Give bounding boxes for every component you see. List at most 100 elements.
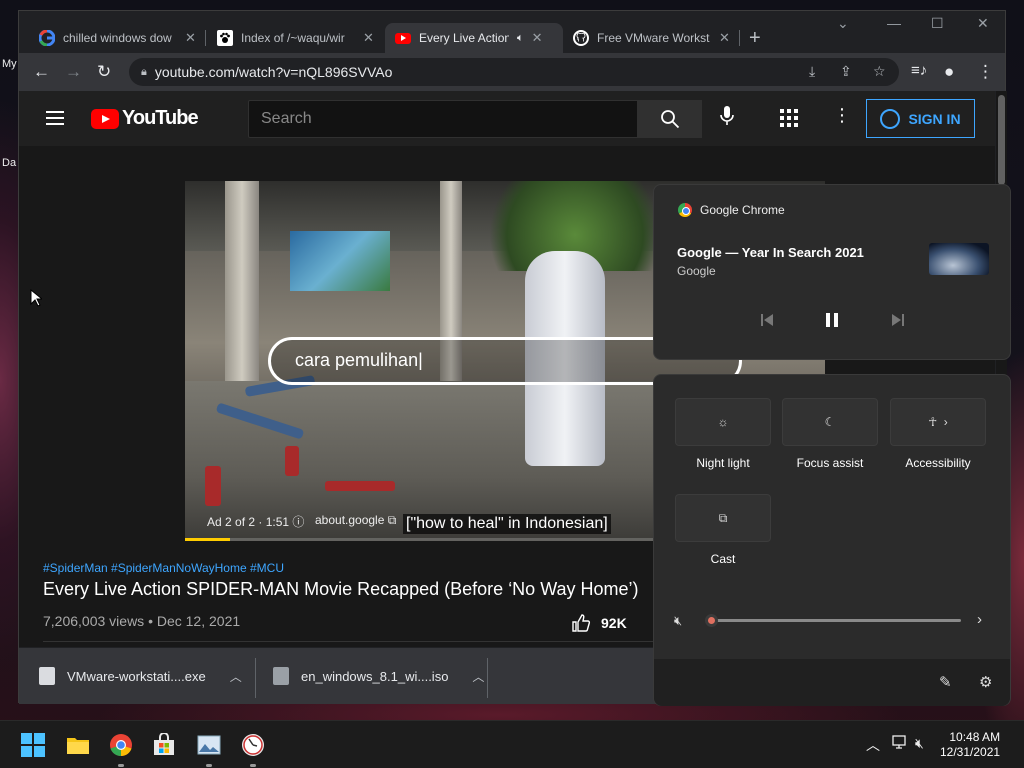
bookmark-star-icon[interactable]: ☆: [873, 63, 886, 80]
cast-tile[interactable]: ⧉: [675, 494, 771, 542]
download-item[interactable]: en_windows_8.1_wi....iso ︿: [273, 658, 484, 694]
address-bar[interactable]: 🔒︎ youtube.com/watch?v=nQL896SVVAo ⤓ ⇪ ☆: [129, 58, 899, 86]
tab-title: chilled windows dow: [63, 31, 172, 45]
media-title: Google — Year In Search 2021: [677, 245, 864, 260]
like-button[interactable]: 92K: [571, 613, 627, 633]
running-indicator: [250, 764, 256, 767]
start-windows-icon[interactable]: [21, 733, 45, 757]
video-progress-fill: [185, 538, 230, 541]
tab-every-live-action[interactable]: Every Live Action 🔈︎ ✕: [385, 23, 563, 53]
chevron-up-icon[interactable]: ︿: [230, 668, 242, 685]
reload-icon[interactable]: ↻: [97, 62, 111, 82]
night-light-tile[interactable]: ☼: [675, 398, 771, 446]
menu-icon[interactable]: [46, 111, 64, 129]
quick-settings-panel: ☼ Night light ☾ Focus assist ☥ › Accessi…: [653, 374, 1011, 706]
video-hashtags[interactable]: #SpiderMan #SpiderManNoWayHome #MCU: [43, 561, 284, 575]
settings-gear-icon[interactable]: ⚙: [979, 673, 992, 691]
media-control-icon[interactable]: ≡♪: [911, 62, 927, 79]
close-tab-icon[interactable]: ✕: [363, 30, 374, 46]
desktop-icon-label[interactable]: My: [2, 58, 17, 70]
paw-icon: [217, 30, 233, 46]
download-filename: VMware-workstati....exe: [67, 668, 206, 684]
accessibility-tile[interactable]: ☥ ›: [890, 398, 986, 446]
download-filename: en_windows_8.1_wi....iso: [301, 668, 449, 684]
speaker-muted-icon[interactable]: 🔇︎: [674, 613, 682, 629]
chrome-icon: [678, 203, 692, 217]
clock[interactable]: 10:48 AM 12/31/2021: [940, 730, 1000, 760]
user-icon: [880, 108, 901, 129]
media-artist: Google: [677, 264, 716, 278]
tab-index-of[interactable]: Index of /~waqu/wir ✕: [207, 23, 384, 53]
back-icon[interactable]: ←: [33, 62, 50, 82]
maximize-icon[interactable]: ☐: [931, 15, 944, 32]
video-frame-poster: [290, 231, 390, 291]
ad-site-link[interactable]: about.google ⧉: [315, 513, 396, 528]
desktop-icon-label[interactable]: Da: [2, 157, 16, 169]
video-frame-seat: [325, 481, 395, 491]
browser-toolbar: ← → ↻ 🔒︎ youtube.com/watch?v=nQL896SVVAo…: [19, 53, 1005, 91]
network-icon[interactable]: [892, 735, 908, 752]
focus-assist-tile[interactable]: ☾: [782, 398, 878, 446]
tile-label: Focus assist: [796, 456, 864, 470]
chevron-up-icon[interactable]: ︿: [472, 668, 484, 685]
clock-date: 12/31/2021: [940, 745, 1001, 759]
microphone-icon[interactable]: [719, 105, 735, 132]
file-explorer-icon[interactable]: [66, 733, 90, 757]
chrome-icon[interactable]: [109, 733, 133, 757]
pause-icon[interactable]: [824, 312, 840, 333]
chrome-menu-icon[interactable]: ⋮: [977, 62, 994, 82]
divider: [43, 641, 653, 642]
download-separator: [255, 658, 256, 698]
tab-separator: [739, 30, 740, 46]
microsoft-store-icon[interactable]: [152, 732, 176, 757]
chevron-right-icon[interactable]: ›: [977, 611, 982, 628]
github-icon: [573, 30, 589, 46]
youtube-icon: [395, 32, 411, 44]
close-tab-icon[interactable]: ✕: [185, 30, 196, 46]
new-tab-icon[interactable]: +: [749, 27, 761, 50]
install-app-icon[interactable]: ⤓: [809, 63, 815, 80]
minimize-icon[interactable]: —: [887, 15, 901, 31]
volume-slider-thumb[interactable]: [705, 614, 718, 627]
settings-more-icon[interactable]: ⋮: [833, 105, 851, 126]
profile-icon[interactable]: ●: [944, 62, 954, 82]
show-hidden-icons-chevron-icon[interactable]: ︿: [866, 735, 880, 755]
close-tab-icon[interactable]: ✕: [532, 30, 543, 46]
apps-grid-icon[interactable]: [780, 109, 798, 132]
tile-label: Accessibility: [905, 456, 971, 470]
ad-info[interactable]: Ad 2 of 2 · 1:51 ⓘ: [207, 513, 304, 530]
tab-free-vmware[interactable]: Free VMware Workst ✕: [563, 23, 740, 53]
running-indicator: [118, 764, 124, 767]
close-window-icon[interactable]: ✕: [977, 15, 989, 32]
close-tab-icon[interactable]: ✕: [719, 30, 730, 46]
app-clock-icon[interactable]: [241, 733, 265, 757]
sign-in-label: SIGN IN: [908, 110, 961, 127]
lock-icon[interactable]: 🔒︎: [141, 66, 147, 79]
youtube-logo[interactable]: YouTube: [91, 107, 199, 130]
url-text: youtube.com/watch?v=nQL896SVVAo: [154, 64, 393, 80]
volume-muted-icon[interactable]: 🔇︎: [915, 735, 924, 752]
accessibility-icon: ☥ ›: [928, 415, 948, 429]
volume-slider[interactable]: [711, 619, 961, 622]
edit-pencil-icon[interactable]: ✎: [939, 673, 952, 691]
mouse-cursor-icon: [30, 289, 42, 307]
search-button[interactable]: [638, 100, 702, 138]
tab-search-icon[interactable]: ⌄: [837, 15, 849, 32]
scrollbar-thumb[interactable]: [998, 95, 1005, 185]
share-icon[interactable]: ⇪: [840, 63, 852, 80]
video-frame-seat: [205, 466, 221, 506]
download-separator: [487, 658, 488, 698]
next-track-icon[interactable]: [890, 312, 906, 333]
tab-chilled-windows[interactable]: chilled windows dow ✕: [29, 23, 206, 53]
search-input[interactable]: Search: [248, 100, 638, 138]
cast-icon: ⧉: [718, 510, 728, 525]
sign-in-button[interactable]: SIGN IN: [866, 99, 975, 138]
speaker-icon[interactable]: 🔈︎: [517, 32, 524, 45]
previous-track-icon[interactable]: [759, 312, 775, 333]
download-item[interactable]: VMware-workstati....exe ︿: [39, 658, 242, 694]
tab-title: Index of /~waqu/wir: [241, 31, 345, 45]
photos-icon[interactable]: [197, 733, 221, 757]
clock-time: 10:48 AM: [949, 730, 1001, 744]
forward-icon[interactable]: →: [65, 62, 82, 82]
video-frame-seat: [285, 446, 299, 476]
